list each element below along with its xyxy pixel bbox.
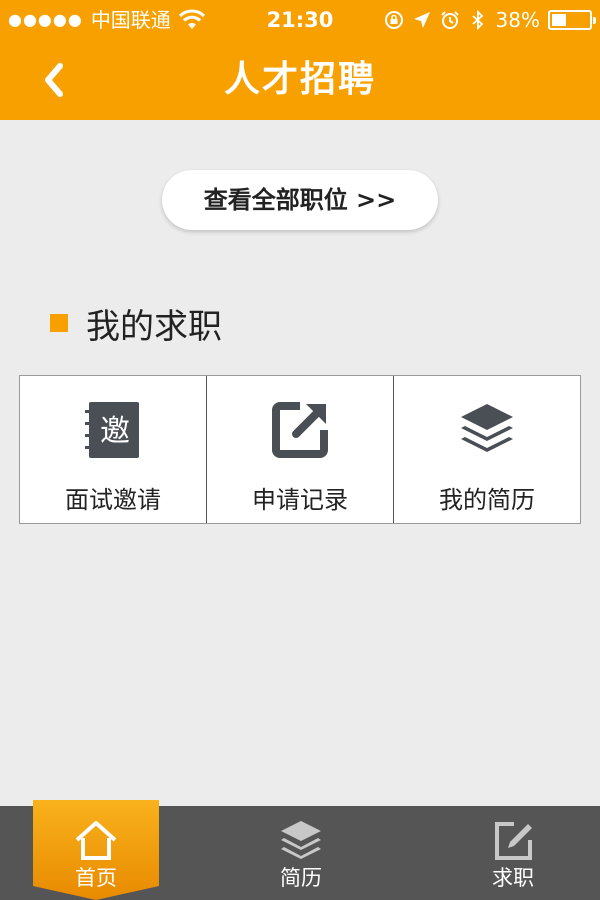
invitation-icon: 邀 [85, 402, 139, 458]
tab-home-label: 首页 [75, 866, 117, 890]
page-title: 人才招聘 [223, 59, 376, 100]
share-out-icon [272, 402, 328, 458]
section-title: 我的求职 [86, 306, 222, 347]
job-menu-grid: 邀 面试邀请 申请记录 我的简历 [19, 375, 581, 524]
interview-invitation-label: 面试邀请 [65, 486, 161, 514]
header-area: ●●●●● 中国联通 21:30 38% 人才招聘 [0, 0, 600, 120]
navigation-bar: 人才招聘 [0, 40, 600, 120]
rotation-lock-icon [384, 11, 403, 29]
home-icon [75, 821, 117, 860]
tab-resume[interactable]: 简历 [236, 806, 366, 900]
tab-job-seeking-label: 求职 [492, 866, 534, 890]
section-marker [50, 314, 68, 332]
battery-percent: 38% [495, 8, 540, 32]
my-resume-item[interactable]: 我的简历 [393, 376, 580, 523]
battery-icon [548, 10, 596, 30]
tab-job-seeking[interactable]: 求职 [448, 806, 578, 900]
application-record-label: 申请记录 [252, 486, 348, 514]
edit-icon [495, 822, 532, 860]
my-resume-label: 我的简历 [439, 486, 535, 514]
chevron-left-icon[interactable] [30, 52, 86, 108]
status-bar: ●●●●● 中国联通 21:30 38% [0, 0, 600, 40]
alarm-icon [440, 11, 459, 29]
section-header: 我的求职 [50, 298, 222, 348]
application-record-item[interactable]: 申请记录 [206, 376, 393, 523]
tab-resume-label: 简历 [280, 866, 322, 890]
layers-icon [281, 821, 321, 859]
battery-fill [552, 14, 566, 26]
bluetooth-icon [471, 10, 483, 30]
location-icon [413, 12, 430, 28]
status-right: 38% [384, 0, 596, 40]
interview-invitation-item[interactable]: 邀 面试邀请 [20, 376, 206, 523]
layers-icon [461, 404, 513, 452]
tab-home[interactable]: 首页 [33, 800, 159, 900]
bottom-tab-bar: 首页 简历 求职 [0, 800, 600, 900]
invitation-glyph: 邀 [100, 414, 130, 449]
view-all-positions-button[interactable]: 查看全部职位 >> [162, 170, 438, 230]
